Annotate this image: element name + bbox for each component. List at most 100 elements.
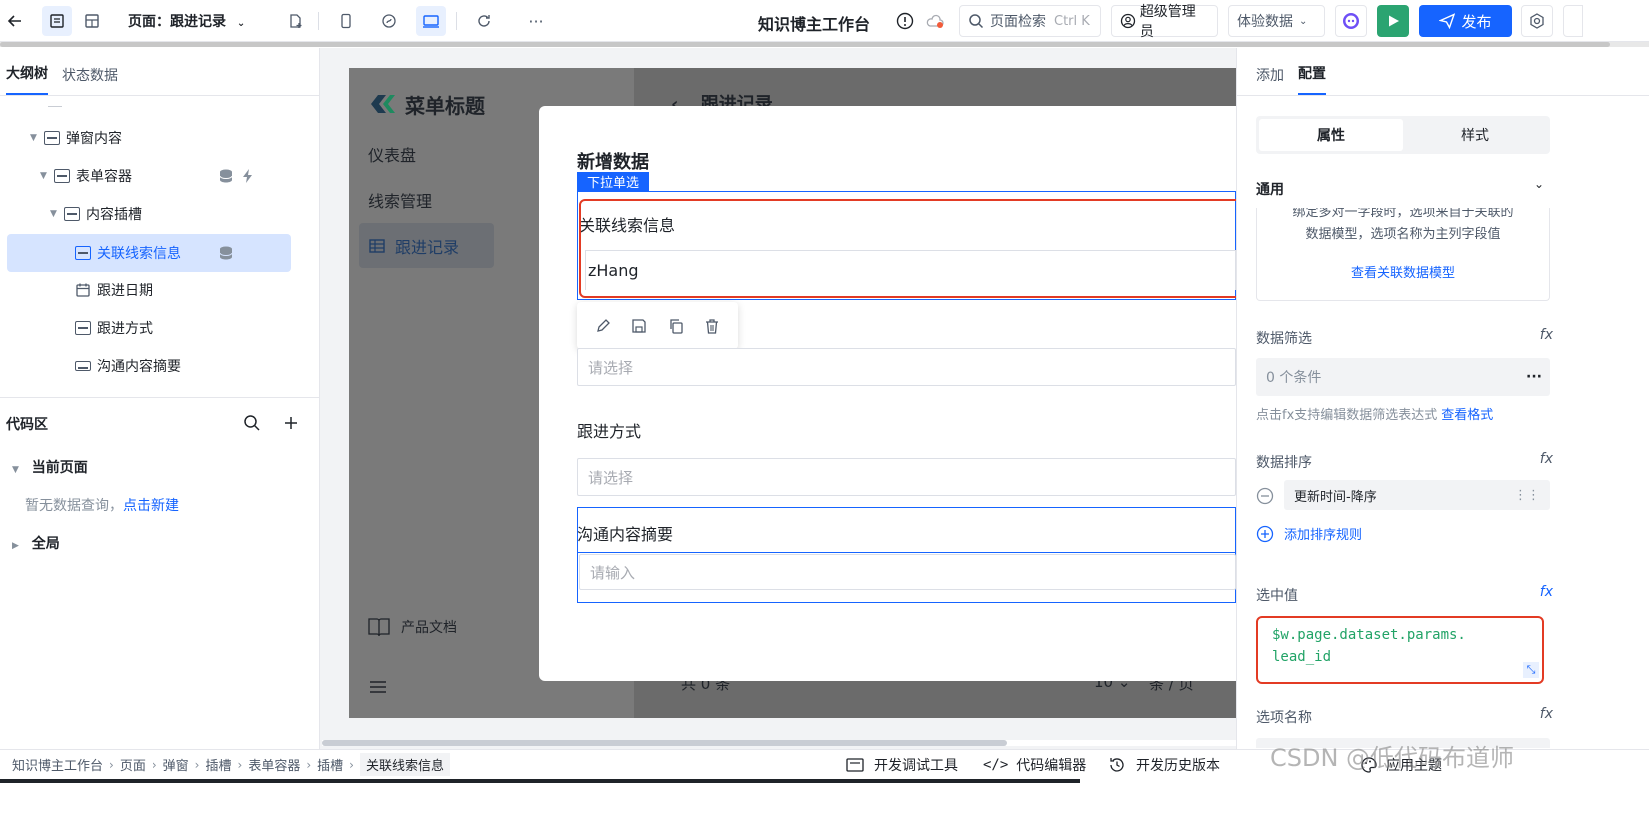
- product-docs-link[interactable]: 产品文档: [367, 616, 457, 638]
- page-view-icon[interactable]: [42, 6, 72, 36]
- sort-rule-item[interactable]: 更新时间-降序 ⋮⋮: [1284, 480, 1550, 510]
- table-icon: [369, 239, 385, 253]
- copy-icon[interactable]: [668, 318, 684, 334]
- tree-item-label: 跟进日期: [97, 283, 153, 299]
- container-icon: [44, 131, 60, 145]
- breadcrumb-item[interactable]: 表单容器: [248, 755, 300, 774]
- menu-item-dashboard[interactable]: 仪表盘: [368, 142, 416, 166]
- create-query-link[interactable]: 点击新建: [123, 498, 179, 514]
- drag-handle-icon[interactable]: ⋮⋮: [1514, 488, 1540, 503]
- global-group[interactable]: ▶ 全局: [12, 533, 60, 553]
- remove-circle-icon[interactable]: [1256, 487, 1274, 505]
- tab-state-data[interactable]: 状态数据: [62, 65, 118, 95]
- breadcrumb-item[interactable]: 页面: [120, 755, 146, 774]
- miniprogram-preview-icon[interactable]: [374, 6, 404, 36]
- tree-item-related-lead[interactable]: 关联线索信息: [7, 234, 291, 272]
- tree-item-label: 表单容器: [76, 169, 132, 185]
- breadcrumb-item-current[interactable]: 关联线索信息: [359, 753, 450, 776]
- dev-tools-button[interactable]: 开发调试工具: [846, 755, 958, 775]
- fx-icon[interactable]: fx: [1540, 451, 1553, 467]
- breadcrumb-item[interactable]: 插槽: [205, 755, 231, 774]
- canvas-horizontal-scrollbar[interactable]: [322, 740, 1236, 746]
- field-label-summary: 沟通内容摘要: [577, 525, 674, 544]
- view-format-link[interactable]: 查看格式: [1441, 408, 1493, 423]
- panel-toggle[interactable]: [1563, 5, 1583, 37]
- tab-outline-tree[interactable]: 大纲树: [6, 63, 48, 95]
- desktop-preview-icon[interactable]: [416, 6, 446, 36]
- code-editor-button[interactable]: </> 代码编辑器: [983, 755, 1086, 775]
- breadcrumb-item[interactable]: 弹窗: [163, 755, 189, 774]
- search-icon[interactable]: [243, 414, 261, 432]
- follow-date-input[interactable]: 请选择: [577, 348, 1236, 386]
- code-icon: </>: [983, 756, 1009, 773]
- delete-icon[interactable]: [704, 318, 720, 334]
- more-icon[interactable]: ···: [1526, 369, 1542, 385]
- scrollbar-thumb[interactable]: [0, 42, 1610, 47]
- more-icon[interactable]: ···: [521, 6, 551, 36]
- tab-config[interactable]: 配置: [1298, 63, 1326, 95]
- fx-icon[interactable]: fx: [1540, 706, 1553, 722]
- filter-hint-text: 点击fx支持编辑数据筛选表达式: [1256, 408, 1438, 423]
- add-page-icon[interactable]: [280, 6, 310, 36]
- gear-icon: [1530, 13, 1544, 29]
- top-horizontal-scrollbar[interactable]: [0, 42, 1649, 47]
- expand-icon[interactable]: ⤡: [1523, 662, 1539, 678]
- tree-item-summary[interactable]: 沟通内容摘要: [75, 347, 181, 385]
- lightning-icon[interactable]: [240, 168, 256, 184]
- view-related-model-link[interactable]: 查看关联数据模型: [1257, 262, 1549, 281]
- selected-value-expression[interactable]: $w.page.dataset.params. lead_id ⤡: [1256, 616, 1544, 684]
- breadcrumb-item[interactable]: 知识博主工作台: [12, 755, 103, 774]
- ai-assistant-button[interactable]: [1335, 5, 1367, 37]
- save-icon[interactable]: [631, 318, 647, 334]
- tree-item-form-container[interactable]: ▼ 表单容器: [40, 157, 270, 195]
- caret-down-icon[interactable]: ▼: [40, 171, 48, 181]
- mobile-preview-icon[interactable]: [331, 6, 361, 36]
- back-arrow-icon[interactable]: [4, 6, 26, 36]
- chevron-down-icon[interactable]: ⌄: [1534, 177, 1544, 191]
- edit-icon[interactable]: [595, 318, 611, 334]
- seg-properties[interactable]: 属性: [1259, 119, 1403, 151]
- follow-method-select[interactable]: 请选择: [577, 458, 1236, 496]
- fx-icon[interactable]: fx: [1540, 327, 1553, 343]
- layout-view-icon[interactable]: [77, 6, 107, 36]
- tree-item-content-slot[interactable]: ▼ 内容插槽: [50, 195, 142, 233]
- add-sort-rule-button[interactable]: 添加排序规则: [1256, 524, 1362, 543]
- data-filter-box[interactable]: 0 个条件 ···: [1256, 358, 1550, 396]
- info-icon[interactable]: [890, 6, 920, 36]
- add-icon[interactable]: [283, 415, 299, 431]
- app-logo-icon: [371, 95, 395, 113]
- scrollbar-thumb[interactable]: [322, 740, 1007, 746]
- product-docs-label: 产品文档: [401, 620, 457, 636]
- tab-add[interactable]: 添加: [1256, 65, 1284, 95]
- property-style-switch: 属性 样式: [1256, 116, 1550, 154]
- code-editor-label: 代码编辑器: [1016, 757, 1087, 774]
- history-button[interactable]: 开发历史版本: [1108, 755, 1220, 775]
- caret-down-icon[interactable]: ▼: [50, 209, 58, 219]
- cloud-sync-icon[interactable]: [920, 6, 950, 36]
- seg-style[interactable]: 样式: [1403, 119, 1547, 151]
- user-menu[interactable]: 超级管理员: [1111, 4, 1218, 40]
- data-env-label: 体验数据: [1237, 14, 1293, 30]
- fx-icon[interactable]: fx: [1540, 584, 1553, 600]
- left-panel: 大纲树 状态数据 ▼ 弹窗内容 ▼ 表单容器 ▼ 内容插槽 关联线索信息 跟进日…: [0, 48, 320, 796]
- refresh-icon[interactable]: [469, 6, 499, 36]
- menu-item-follow-records[interactable]: 跟进记录: [369, 234, 459, 258]
- current-page-group[interactable]: ▼ 当前页面: [12, 457, 88, 477]
- breadcrumb-item[interactable]: 插槽: [317, 755, 343, 774]
- data-env-select[interactable]: 体验数据 ⌄: [1228, 5, 1325, 37]
- caret-down-icon[interactable]: ▼: [30, 133, 38, 143]
- tree-item-follow-method[interactable]: 跟进方式: [75, 309, 153, 347]
- page-search[interactable]: 页面检索 Ctrl K: [959, 5, 1101, 37]
- tree-item-popup-content[interactable]: ▼ 弹窗内容: [30, 119, 122, 157]
- menu-item-leads[interactable]: 线索管理: [368, 188, 432, 212]
- menu-collapse-icon[interactable]: [369, 680, 387, 694]
- database-icon[interactable]: [218, 245, 234, 261]
- tree-item-follow-date[interactable]: 跟进日期: [75, 271, 153, 309]
- bottom-status-bar: 知识博主工作台 › 页面 › 弹窗 › 插槽 › 表单容器 › 插槽 › 关联线索信息 开发…: [0, 744, 1649, 779]
- summary-input[interactable]: 请输入: [579, 554, 1236, 590]
- publish-button[interactable]: 发布: [1419, 5, 1512, 37]
- database-icon[interactable]: [218, 168, 234, 184]
- page-selector[interactable]: 页面：跟进记录 ⌄: [128, 11, 245, 31]
- settings-button[interactable]: [1521, 5, 1553, 37]
- run-button[interactable]: [1377, 5, 1409, 37]
